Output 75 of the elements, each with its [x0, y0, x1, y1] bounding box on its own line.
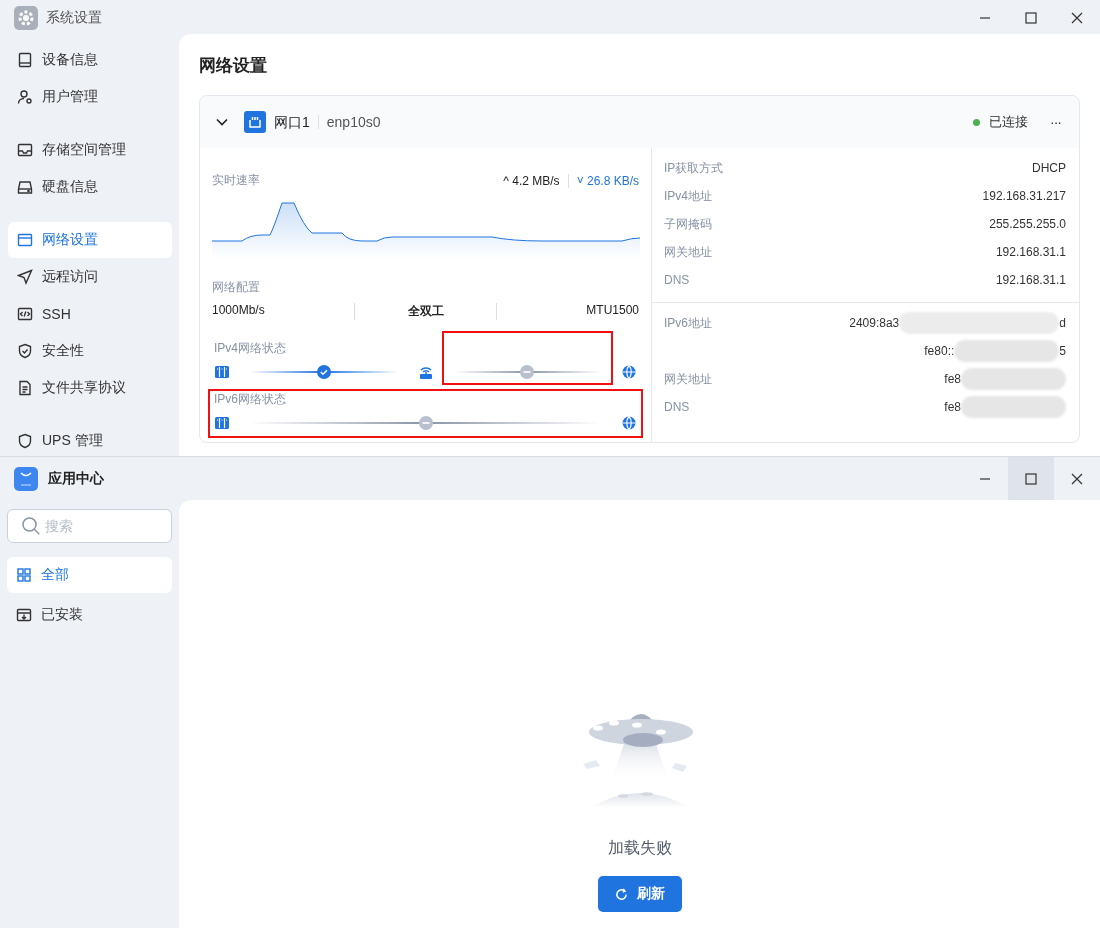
ups-icon — [17, 433, 33, 449]
field-value: 2409:8a3 — [849, 316, 900, 330]
shield-icon — [17, 343, 33, 359]
field-label: DNS — [664, 400, 690, 414]
field-value: fe80:: — [924, 344, 955, 358]
interface-name: 网口1 — [274, 115, 319, 129]
sidebar-item[interactable]: 存储空间管理 — [8, 132, 172, 168]
user-icon — [17, 89, 33, 105]
sidebar-item[interactable]: 全部 — [7, 557, 172, 593]
sidebar-item[interactable]: 安全性 — [8, 333, 172, 369]
maximize-icon — [1025, 12, 1037, 24]
field-value: d — [1059, 316, 1066, 330]
grid-icon — [16, 567, 32, 583]
server-icon — [214, 415, 230, 431]
page-title: 网络设置 — [199, 55, 268, 77]
globe-icon — [621, 364, 637, 380]
maximize-button[interactable] — [1008, 457, 1054, 500]
speed-label: 实时速率 — [212, 172, 260, 189]
search-field[interactable]: 搜索 — [7, 509, 172, 543]
download-speed: ˅ 26.8 KB/s — [575, 173, 639, 188]
config-value: 全双工 — [353, 303, 498, 320]
close-icon — [1071, 12, 1083, 24]
storage-icon — [17, 142, 33, 158]
window-title: 应用中心 — [48, 469, 104, 488]
field-value: 192.168.31.217 — [982, 189, 1066, 203]
code-icon — [17, 306, 33, 322]
field-value: 5 — [1059, 344, 1066, 358]
field-label: 子网掩码 — [664, 215, 712, 233]
store-icon — [14, 466, 38, 491]
sidebar-item[interactable]: 远程访问 — [8, 259, 172, 295]
field-value: DHCP — [1032, 161, 1066, 175]
ethernet-icon — [244, 111, 266, 133]
sidebar-item[interactable]: 网络设置 — [8, 222, 172, 258]
sidebar-item[interactable]: 已安装 — [7, 597, 172, 633]
refresh-icon — [614, 887, 628, 901]
field-label: IP获取方式 — [664, 159, 724, 177]
send-icon — [17, 269, 33, 285]
sidebar-item[interactable]: SSH — [8, 296, 172, 332]
field-label: IPv6地址 — [664, 314, 712, 332]
upload-speed: ^ 4.2 MB/s — [503, 173, 569, 188]
field-value: fe8 — [944, 400, 961, 414]
refresh-button[interactable]: 刷新 — [597, 876, 682, 912]
globe-icon — [621, 415, 637, 431]
network-icon — [17, 232, 33, 248]
device-icon — [17, 52, 33, 68]
status-label: IPv4网络状态 — [214, 340, 287, 357]
device-name: enp10s0 — [326, 114, 381, 130]
config-value: MTU1500 — [585, 303, 639, 319]
maximize-icon — [1025, 472, 1037, 485]
field-value: fe8 — [944, 372, 961, 386]
server-icon — [214, 364, 230, 380]
close-icon — [1071, 472, 1083, 485]
sidebar-item[interactable]: 设备信息 — [8, 42, 172, 78]
field-value: 255.255.255.0 — [989, 217, 1066, 231]
field-value: 192.168.31.1 — [995, 273, 1066, 287]
more-button[interactable]: ··· — [1046, 114, 1065, 130]
field-label: IPv4地址 — [664, 187, 712, 205]
router-icon — [417, 364, 434, 380]
sidebar-item[interactable]: 硬盘信息 — [8, 169, 172, 205]
field-value: 192.168.31.1 — [995, 245, 1066, 259]
file-icon — [17, 380, 33, 396]
field-label: 网关地址 — [664, 243, 712, 261]
config-value: 1000Mb/s — [212, 303, 266, 319]
sidebar-item[interactable]: 文件共享协议 — [8, 370, 172, 406]
field-label: DNS — [664, 273, 690, 287]
field-label: 网关地址 — [664, 370, 712, 388]
config-label: 网络配置 — [212, 279, 261, 296]
install-icon — [16, 607, 32, 623]
window-title: 系统设置 — [46, 9, 102, 27]
sidebar-item[interactable]: UPS 管理 — [8, 423, 172, 459]
sidebar-item[interactable]: 用户管理 — [8, 79, 172, 115]
connection-status: 已连接 — [989, 113, 1028, 131]
error-message: 加载失败 — [607, 838, 672, 858]
gear-icon — [14, 6, 38, 30]
status-label: IPv6网络状态 — [214, 391, 287, 408]
